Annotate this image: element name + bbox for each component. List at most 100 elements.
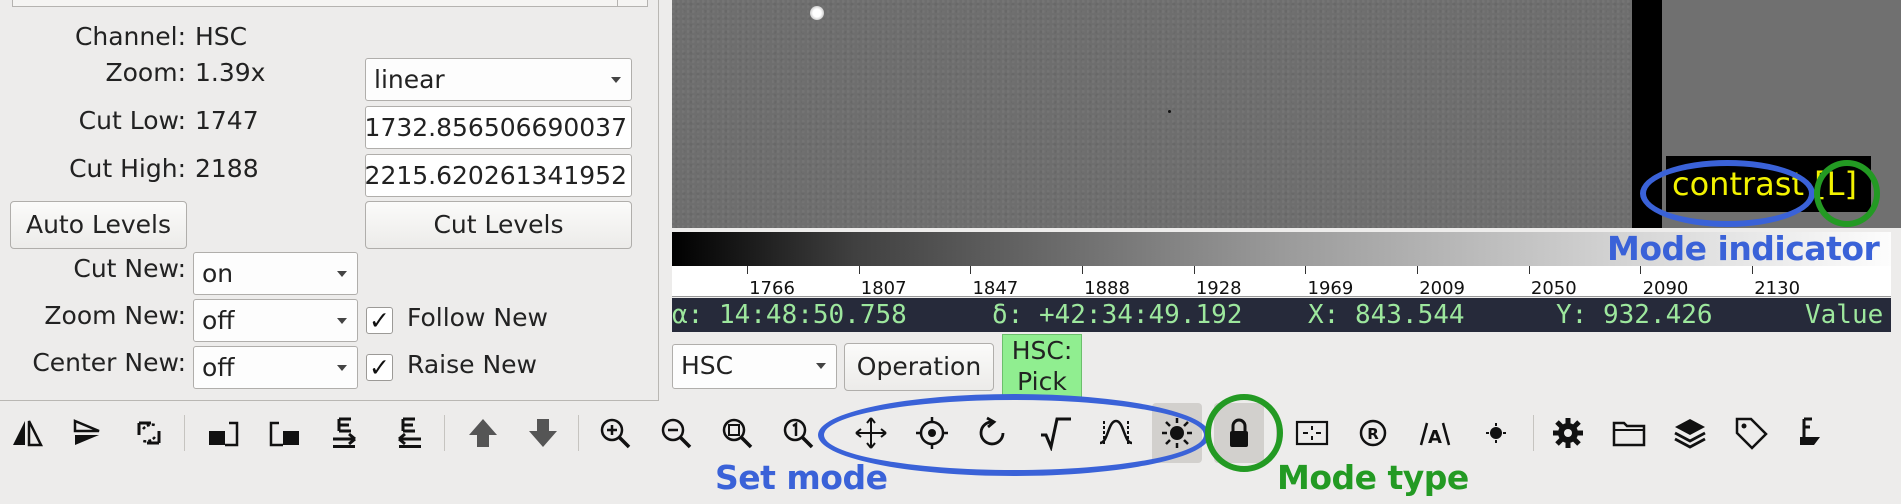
zoom-new-select[interactable]: off: [193, 299, 358, 342]
colorbar-tick: [970, 266, 972, 274]
center-new-value: off: [202, 353, 235, 382]
colorbar-tick-label: 1847: [972, 278, 1019, 299]
channel-select-value: HSC: [681, 351, 734, 380]
hsc-pick-tab[interactable]: HSC: Pick: [1002, 334, 1082, 400]
cut-levels-button[interactable]: Cut Levels: [365, 201, 632, 249]
cut-low-input[interactable]: 1732.856506690037: [365, 106, 632, 149]
plot-icon: [1800, 417, 1820, 445]
zoom-mode-select[interactable]: linear: [365, 58, 632, 101]
colorbar-tick: [1305, 266, 1307, 274]
x-readout: X: 843.544: [1308, 300, 1465, 330]
orient-east-button[interactable]: [384, 403, 434, 463]
mode-indicator-highlight: [1640, 160, 1815, 227]
mode-type-lock-highlight: [1205, 394, 1283, 472]
flip-x-icon: [13, 420, 44, 447]
auto-cuts-button[interactable]: A: [1410, 403, 1460, 463]
auto-levels-button[interactable]: Auto Levels: [10, 201, 187, 249]
cut-new-select[interactable]: on: [193, 252, 358, 295]
y-readout: Y: 932.426: [1556, 300, 1713, 330]
colorbar-tick: [1082, 266, 1084, 274]
hsc-pick-line1: HSC:: [1011, 336, 1073, 365]
auto-center-icon: [1486, 423, 1506, 443]
cut-low-label: Cut Low:: [78, 106, 186, 135]
layers-button[interactable]: [1665, 403, 1715, 463]
cut-new-label: Cut New:: [73, 254, 186, 283]
layers-icon: [1674, 419, 1706, 449]
channel-label: Channel:: [74, 22, 186, 51]
orient-north-button[interactable]: [322, 403, 372, 463]
preferences-icon: [1553, 418, 1583, 448]
cut-low-value: 1747: [195, 106, 259, 135]
open-file-icon: [1612, 421, 1646, 447]
zoom-in-button[interactable]: [590, 403, 640, 463]
plot-button[interactable]: [1787, 403, 1837, 463]
reset-rotation-icon: R: [1359, 419, 1387, 447]
panel-top-strip: [12, 0, 648, 7]
set-mode-caption: Set mode: [715, 458, 888, 497]
operation-button[interactable]: Operation: [844, 343, 994, 391]
flip-y-button[interactable]: [62, 403, 112, 463]
colorbar-tick-label: 2130: [1754, 278, 1801, 299]
tag-icon: [1735, 417, 1768, 450]
colorbar-tick-label: 2050: [1530, 278, 1577, 299]
dec-readout: δ: +42:34:49.192: [992, 300, 1243, 330]
image-cursor-dot: [1168, 110, 1171, 113]
cut-high-input[interactable]: 2215.620261341952: [365, 154, 632, 197]
zoom-new-value: off: [202, 306, 235, 335]
center-new-label: Center New:: [32, 348, 186, 377]
tag-button[interactable]: [1726, 403, 1776, 463]
ra-readout: α: 14:48:50.758: [672, 300, 907, 330]
zoom-mode-value: linear: [374, 65, 445, 94]
zoom-out-icon: [661, 418, 692, 449]
mode-type-caption: Mode type: [1277, 458, 1469, 497]
colorbar-tick: [1528, 266, 1530, 274]
colorbar-tick: [1193, 266, 1195, 274]
swap-xy-icon: [137, 421, 161, 445]
colorbar-tick: [858, 266, 860, 274]
zoom-100-button[interactable]: [773, 403, 823, 463]
follow-new-checkbox[interactable]: ✓: [366, 307, 393, 334]
raise-new-checkbox[interactable]: ✓: [366, 354, 393, 381]
colorbar-scale: 1766 1807 1847 1888 1928 1969 2009 2050 2090 2130: [672, 266, 1891, 299]
zoom-fit-button[interactable]: [712, 403, 762, 463]
zoom-fit-icon: [722, 418, 753, 449]
preferences-button[interactable]: [1543, 403, 1593, 463]
zoom-new-label: Zoom New:: [44, 301, 186, 330]
center-new-select[interactable]: off: [193, 346, 358, 389]
auto-center-button[interactable]: [1471, 403, 1521, 463]
crosshair-button[interactable]: [1287, 403, 1337, 463]
swap-xy-button[interactable]: [124, 403, 174, 463]
prev-image-button[interactable]: [458, 403, 508, 463]
next-image-button[interactable]: [518, 403, 568, 463]
colorbar-tick: [747, 266, 748, 274]
mode-type-highlight: [1814, 160, 1880, 227]
reset-rotation-button[interactable]: R: [1348, 403, 1398, 463]
auto-cuts-icon: A: [1419, 422, 1451, 448]
colorbar-tick-label: 1766: [749, 278, 795, 299]
chevron-down-icon: [337, 365, 347, 371]
crosshair-icon: [1295, 420, 1329, 446]
mode-indicator-caption: Mode indicator: [1607, 229, 1880, 268]
info-panel: Channel: HSC Zoom: 1.39x linear Cut Low:…: [0, 0, 659, 401]
rotate-90-button[interactable]: [198, 403, 248, 463]
chevron-down-icon: [816, 363, 826, 369]
flip-y-icon: [73, 419, 100, 445]
flip-x-button[interactable]: [2, 403, 52, 463]
star-source: [810, 6, 824, 20]
rotate-neg-90-button[interactable]: [260, 403, 310, 463]
colorbar-tick-label: 1969: [1307, 278, 1354, 299]
colorbar-tick-label: 1888: [1084, 278, 1130, 299]
zoom-value: 1.39x: [195, 58, 266, 87]
cut-new-value: on: [202, 259, 234, 288]
open-file-button[interactable]: [1604, 403, 1654, 463]
colorbar-tick-label: 2009: [1419, 278, 1465, 299]
zoom-out-button[interactable]: [651, 403, 701, 463]
svg-text:R: R: [1367, 425, 1379, 443]
cut-high-value: 2188: [195, 154, 259, 183]
channel-select[interactable]: HSC: [672, 344, 837, 389]
cut-high-label: Cut High:: [69, 154, 186, 183]
rotate-neg-90-icon: [269, 421, 299, 447]
chevron-down-icon: [337, 271, 347, 277]
coordinate-readout: α: 14:48:50.758 δ: +42:34:49.192 X: 843.…: [672, 298, 1891, 332]
orient-east-icon: [398, 417, 421, 448]
